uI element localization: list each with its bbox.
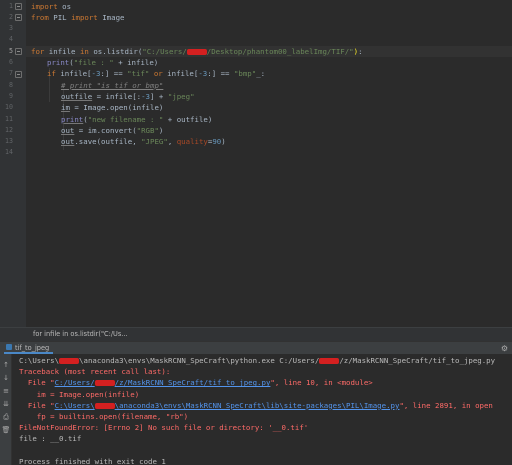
error-message: FileNotFoundError: [Errno 2] No such fil…	[19, 423, 309, 433]
trash-icon[interactable]: 🗑	[1, 425, 11, 435]
code-line[interactable]: im = Image.open(infile)	[31, 102, 512, 113]
traceback-header: Traceback (most recent call last):	[19, 367, 171, 377]
code-line[interactable]: import os	[31, 1, 512, 12]
line-number: 6	[9, 58, 13, 66]
code-line[interactable]: outfile = infile[:-3] + "jpeg"	[31, 91, 512, 102]
line-number: 11	[5, 114, 13, 123]
code-line[interactable]: from PIL import Image	[31, 12, 512, 23]
fold-marker-icon[interactable]	[15, 3, 22, 10]
scroll-to-end-icon[interactable]: ⇊	[1, 399, 11, 409]
line-number: 10	[5, 103, 13, 112]
line-number: 8	[9, 80, 13, 89]
arrow-up-icon[interactable]: ↑	[1, 360, 11, 370]
traceback-code: im = Image.open(infile)	[19, 389, 140, 399]
run-panel-header: tif_to_jpeg ⚙	[0, 341, 512, 354]
console-command-line: C:\Users\ \anaconda3\envs\MaskRCNN_SpeCra…	[19, 356, 496, 365]
line-number: 1	[9, 1, 13, 10]
code-line-current[interactable]: for infile in os.listdir("C:/Users//Desk…	[26, 45, 512, 57]
gear-icon[interactable]: ⚙	[501, 343, 508, 354]
line-number: 3	[9, 24, 13, 33]
redacted-username	[94, 380, 115, 387]
redacted-username	[319, 358, 340, 364]
line-number: 2	[9, 12, 13, 21]
process-finished-message: Process finished with exit code 1	[19, 456, 166, 465]
print-icon[interactable]: ⎙	[1, 412, 11, 422]
code-line[interactable]: # print "is tif or bmp"	[31, 80, 512, 91]
line-number: 7	[9, 69, 13, 78]
line-number-gutter: 1 2 3 4 5 6 7 8 9 10 11 12 13 14	[0, 0, 26, 327]
redacted-username	[186, 48, 207, 55]
redacted-username	[59, 358, 80, 364]
stdout-line: file : __0.tif	[19, 434, 82, 444]
run-console-output[interactable]: C:\Users\ \anaconda3\envs\MaskRCNN_SpeCra…	[12, 354, 512, 465]
file-link[interactable]: C:\Users\ \anaconda3\envs\MaskRCNN_SpeCra…	[55, 401, 400, 410]
traceback-frame: File "C:\Users\ \anaconda3\envs\MaskRCNN_…	[19, 400, 493, 410]
run-toolbar: ↑ ↓ ≡ ⇊ ⎙ 🗑	[0, 354, 12, 465]
fold-marker-icon[interactable]	[15, 14, 22, 21]
arrow-down-icon[interactable]: ↓	[1, 373, 11, 383]
code-editor[interactable]: 1 2 3 4 5 6 7 8 9 10 11 12 13 14 import …	[0, 0, 512, 327]
code-line[interactable]: out = im.convert("RGB")	[31, 125, 512, 136]
code-line[interactable]: print("new filename : " + outfile)	[31, 114, 512, 125]
code-line[interactable]: out.save(outfile, "JPEG", quality=90)	[31, 136, 512, 147]
redacted-username	[94, 402, 115, 409]
soft-wrap-icon[interactable]: ≡	[1, 386, 11, 396]
line-number: 12	[5, 125, 13, 134]
line-number: 13	[5, 137, 13, 146]
file-link[interactable]: C:/Users//z/MaskRCNN_SpeCraft/tif_to_jpe…	[55, 378, 271, 387]
fold-marker-icon[interactable]	[15, 71, 22, 78]
line-number: 14	[5, 148, 13, 157]
tab-label: tif_to_jpeg	[15, 344, 50, 352]
breadcrumb[interactable]: for infile in os.listdir("C:/Us...	[0, 327, 512, 341]
tab-run-config[interactable]: tif_to_jpeg	[4, 343, 54, 354]
line-number: 9	[9, 91, 13, 100]
python-file-icon	[6, 344, 12, 350]
traceback-code: fp = builtins.open(filename, "rb")	[19, 412, 189, 421]
code-line[interactable]: print("file : " + infile)	[31, 57, 512, 68]
line-number: 4	[9, 35, 13, 44]
code-line[interactable]: if infile[-3:] == "tif" or infile[-3:] =…	[31, 68, 512, 79]
line-number: 5	[9, 46, 13, 55]
traceback-frame: File "C:/Users//z/MaskRCNN_SpeCraft/tif_…	[19, 378, 373, 388]
fold-marker-icon[interactable]	[15, 48, 22, 55]
